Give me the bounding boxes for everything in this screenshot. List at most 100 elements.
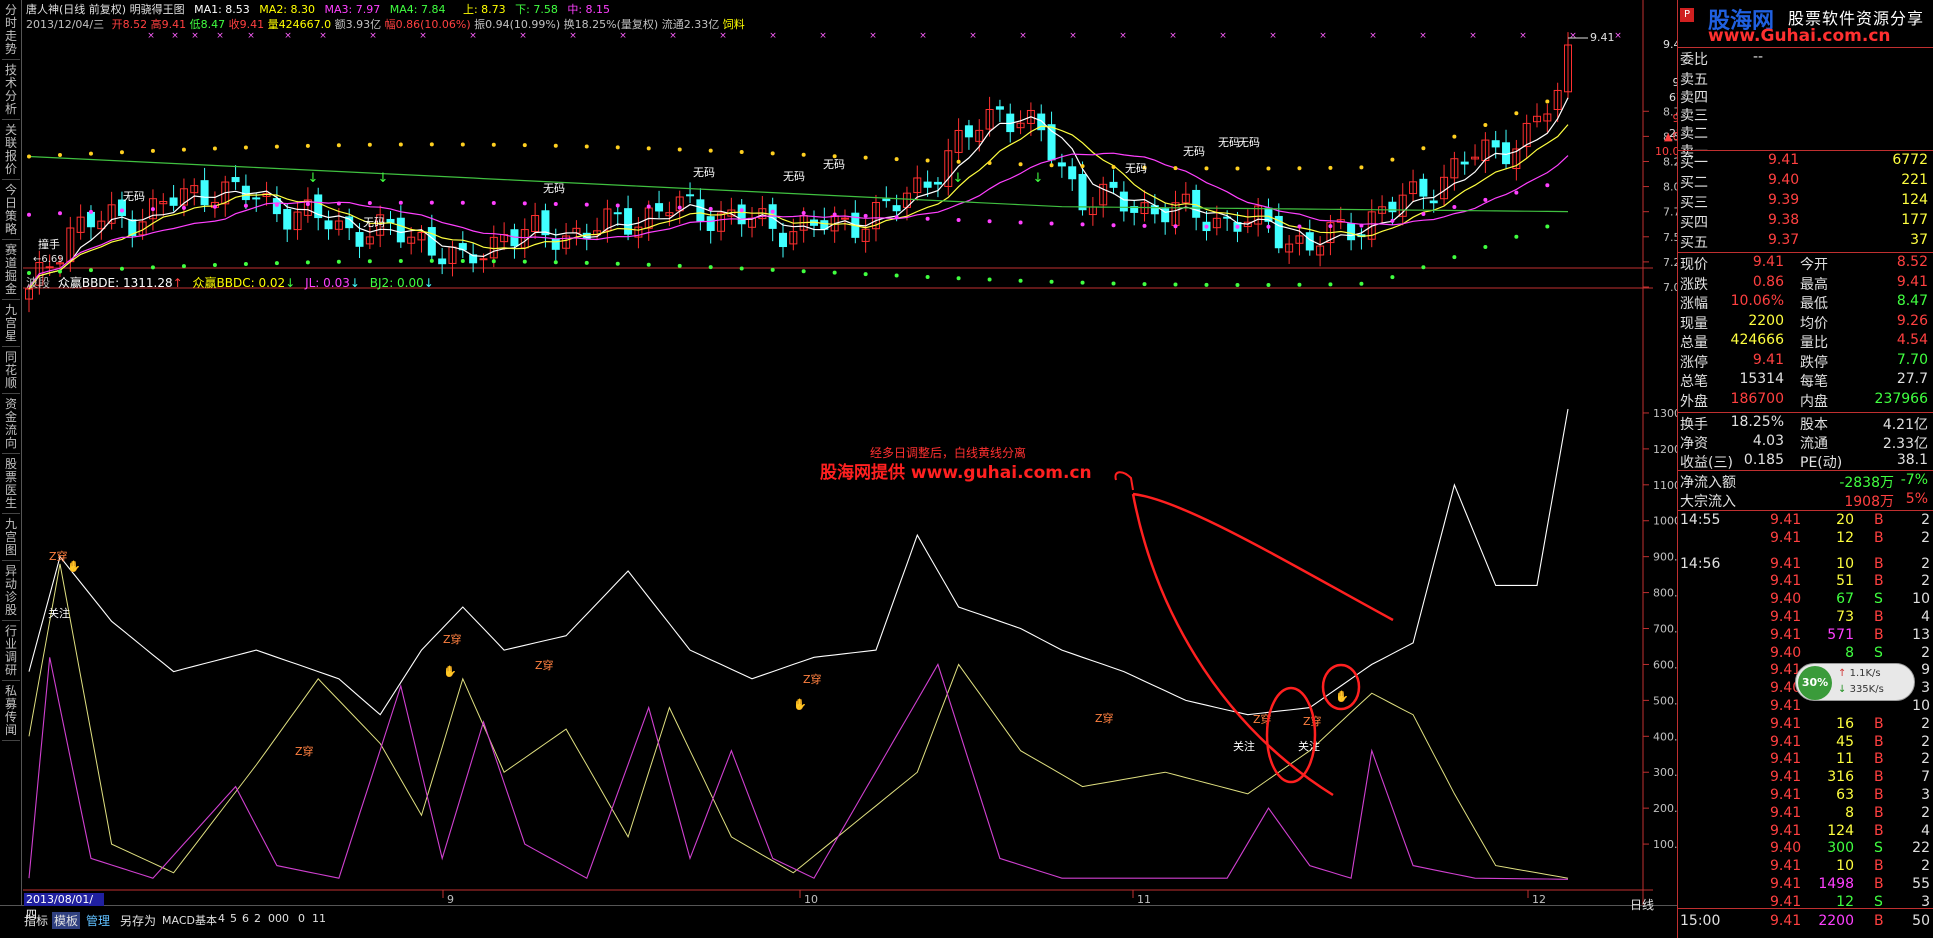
top-marker: × — [191, 31, 199, 41]
left-tab-8[interactable]: 股票医生 — [2, 456, 20, 514]
tick-count: 22 — [1912, 840, 1930, 857]
left-tab-0[interactable]: 分时走势 — [2, 2, 20, 60]
tick-volume: 16 — [1836, 715, 1854, 732]
lower-band-dot — [1297, 282, 1302, 287]
lower-band-dot — [677, 263, 682, 268]
tab-4[interactable]: 4 — [218, 912, 225, 925]
mid-band-dot — [522, 201, 527, 206]
mid-band-dot — [1328, 224, 1333, 229]
mid-band-dot — [1018, 220, 1023, 225]
lower-band-dot — [274, 261, 279, 266]
tab-000[interactable]: 000 — [268, 912, 289, 925]
stat-value: 9.41 — [1752, 351, 1784, 368]
flow-pct: 5% — [1905, 491, 1928, 507]
kline-chart[interactable]: 91011129.418.758.508.258.007.757.507.257… — [23, 0, 1677, 905]
buy-price: 9.38 — [1768, 212, 1800, 228]
weibi-label: 委比 — [1680, 52, 1708, 68]
candle-body — [396, 217, 405, 243]
upper-band-dot — [708, 148, 713, 153]
top-marker: × — [769, 31, 777, 41]
top-marker: × — [619, 31, 627, 41]
indicator-header: 唐人神(日线 前复权) 明骁得王图 MA1: 8.53 MA2: 8.30 MA… — [26, 1, 610, 17]
tab-2[interactable]: 2 — [254, 912, 261, 925]
bottom-toolbar: 2013/08/01/四 指标 模板 管理 另存为 MACD基本 4 5 6 2… — [0, 893, 1677, 938]
net-percent: 30% — [1798, 666, 1832, 700]
annotation-label: 撞手 — [38, 237, 60, 251]
tick-side: B — [1874, 573, 1884, 590]
top-marker: × — [569, 31, 577, 41]
tick-row: 15:00 9.41 2200 B 50 — [1678, 912, 1933, 932]
left-tab-4[interactable]: 赛道掘金 — [2, 242, 20, 300]
tab-manage[interactable]: 管理 — [86, 912, 110, 929]
tab-6[interactable]: 6 — [242, 912, 249, 925]
candle-body — [355, 232, 364, 247]
p-icon[interactable]: P — [1680, 8, 1694, 22]
tick-count: 2 — [1921, 751, 1930, 768]
stat-value: 10.06% — [1730, 293, 1784, 309]
candle-body — [1419, 178, 1428, 197]
tab-save-as[interactable]: 另存为 — [120, 912, 156, 929]
upper-band-dot — [925, 158, 930, 163]
tab-5[interactable]: 5 — [230, 912, 237, 925]
lower-band-dot — [925, 274, 930, 279]
buy-row: 买四 9.38 177 — [1678, 211, 1933, 231]
left-tab-6[interactable]: 同花顺 — [2, 349, 20, 394]
stat-value: 27.7 — [1896, 371, 1928, 387]
stat-row: 总量 424666 量比 4.54 — [1678, 331, 1933, 351]
sell-row: 卖五 — [1678, 68, 1933, 88]
tab-template[interactable]: 模板 — [52, 912, 81, 929]
upper-band-dot — [1235, 166, 1240, 171]
top-marker: × — [1369, 31, 1377, 41]
left-tab-11[interactable]: 行业调研 — [2, 623, 20, 681]
tick-side: B — [1874, 609, 1884, 625]
mid-band-dot — [1390, 218, 1395, 223]
tab-11[interactable]: 11 — [312, 912, 326, 925]
mid-band-dot — [1204, 224, 1209, 229]
upper-band-dot — [1080, 164, 1085, 169]
upper-band-dot — [522, 143, 527, 148]
top-marker: × — [1419, 31, 1427, 41]
tick-side: B — [1874, 769, 1884, 786]
mid-band-dot — [1049, 221, 1054, 226]
ma1-value: MA1: 8.53 — [194, 3, 250, 16]
tab-macd[interactable]: MACD基本 — [162, 912, 217, 928]
buy-price: 9.40 — [1768, 172, 1800, 188]
tick-price: 9.41 — [1770, 858, 1802, 875]
stat-row: 涨停 9.41 跌停 7.70 — [1678, 351, 1933, 371]
candle-body — [933, 181, 942, 185]
tick-count: 13 — [1912, 626, 1930, 643]
lower-band-dot — [956, 276, 961, 281]
tick-price: 9.41 — [1770, 626, 1802, 643]
annotation-arrow — [1131, 492, 1394, 797]
period-label[interactable]: 日线 — [1630, 896, 1654, 913]
tab-0[interactable]: 0 — [298, 912, 305, 925]
tab-indicator[interactable]: 指标 — [24, 912, 48, 929]
left-tab-1[interactable]: 技术分析 — [2, 62, 20, 120]
lower-band-dot — [181, 264, 186, 269]
buy-price: 9.41 — [1768, 152, 1800, 168]
stat-value: 8.47 — [1896, 293, 1928, 309]
left-tab-7[interactable]: 资金流向 — [2, 396, 20, 454]
mid-band-dot — [1545, 183, 1550, 188]
upper-band-dot — [956, 159, 961, 164]
signal-marker: Z穿 — [535, 658, 554, 672]
left-tab-9[interactable]: 九宫图 — [2, 516, 20, 561]
mid-band-dot — [305, 202, 310, 207]
net-speed-badge[interactable]: 30% ↑ 1.1K/s ↓ 335K/s — [1795, 663, 1915, 701]
left-tab-12[interactable]: 私募传闻 — [2, 683, 20, 741]
left-tab-2[interactable]: 关联报价 — [2, 122, 20, 180]
top-marker: × — [419, 31, 427, 41]
top-marker: × — [469, 31, 477, 41]
month-label: 12 — [1532, 893, 1546, 905]
left-tab-5[interactable]: 九宫星 — [2, 302, 20, 347]
stat-label: 涨停 — [1680, 354, 1708, 371]
lower-band-dot — [1235, 282, 1240, 287]
left-tab-3[interactable]: 今日策略 — [2, 182, 20, 240]
lower-band-dot — [243, 261, 248, 266]
stat-label: 跌停 — [1800, 354, 1828, 371]
tick-volume: 12 — [1836, 529, 1854, 546]
tick-volume: 20 — [1836, 512, 1854, 528]
left-tab-10[interactable]: 异动诊股 — [2, 563, 20, 621]
stat-label: 净资 — [1680, 436, 1708, 452]
tick-volume: 124 — [1827, 822, 1854, 839]
